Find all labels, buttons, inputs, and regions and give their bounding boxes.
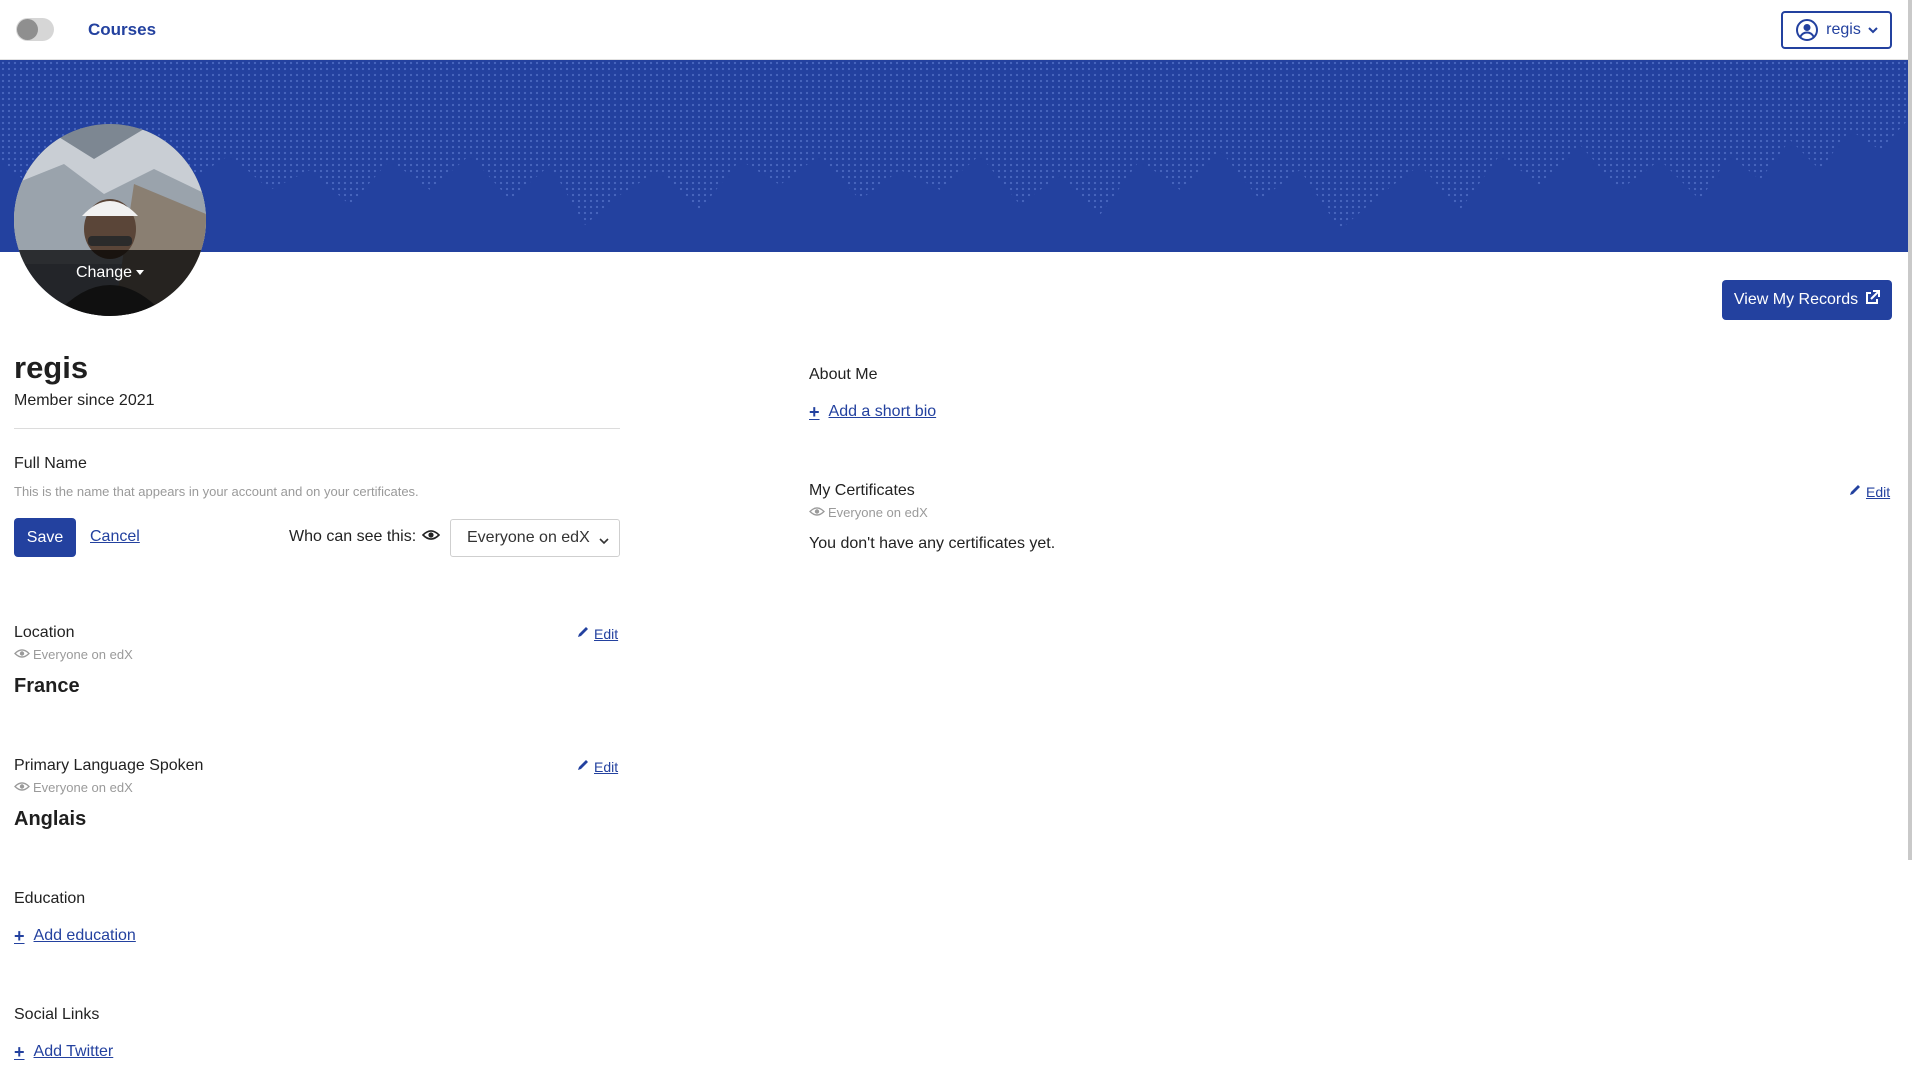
language-value: Anglais bbox=[14, 808, 87, 830]
about-me-label: About Me bbox=[809, 366, 878, 383]
user-menu-label: regis bbox=[1826, 21, 1861, 38]
external-link-icon bbox=[1864, 289, 1881, 311]
certificates-visibility: Everyone on edX bbox=[809, 505, 928, 520]
certificates-visibility-text: Everyone on edX bbox=[828, 505, 928, 520]
top-navbar: Courses regis bbox=[0, 0, 1912, 60]
caret-down-icon bbox=[136, 270, 145, 276]
language-visibility: Everyone on edX bbox=[14, 780, 133, 795]
eye-icon bbox=[809, 505, 825, 520]
member-since-text: Member since 2021 bbox=[14, 392, 155, 409]
section-divider bbox=[14, 428, 620, 429]
plus-icon: + bbox=[14, 1042, 25, 1062]
full-name-label: Full Name bbox=[14, 455, 87, 472]
certificates-label: My Certificates bbox=[809, 482, 915, 499]
language-edit-label: Edit bbox=[594, 758, 619, 775]
language-label: Primary Language Spoken bbox=[14, 757, 204, 774]
plus-icon: + bbox=[14, 926, 25, 946]
add-twitter-link[interactable]: + Add Twitter bbox=[14, 1043, 113, 1061]
chevron-down-icon bbox=[599, 532, 609, 550]
who-can-see-text: Who can see this: bbox=[289, 528, 417, 545]
profile-banner bbox=[0, 60, 1908, 252]
visibility-select[interactable]: Everyone on edX bbox=[450, 519, 620, 557]
plus-icon: + bbox=[809, 402, 820, 422]
save-button[interactable]: Save bbox=[14, 518, 76, 557]
certificates-empty-text: You don't have any certificates yet. bbox=[809, 535, 1056, 552]
add-education-link[interactable]: + Add education bbox=[14, 927, 136, 945]
user-circle-icon bbox=[1795, 18, 1819, 42]
profile-username: regis bbox=[14, 350, 89, 385]
location-label: Location bbox=[14, 624, 75, 641]
change-photo-button[interactable]: Change bbox=[14, 264, 206, 282]
certificates-edit-link[interactable]: Edit bbox=[1848, 483, 1890, 500]
eye-icon bbox=[14, 647, 30, 662]
chevron-down-icon bbox=[1868, 26, 1878, 34]
toggle-knob bbox=[17, 19, 38, 40]
social-links-label: Social Links bbox=[14, 1006, 100, 1023]
certificates-edit-label: Edit bbox=[1866, 483, 1891, 500]
view-my-records-button[interactable]: View My Records bbox=[1722, 280, 1892, 320]
location-edit-link[interactable]: Edit bbox=[576, 625, 618, 642]
who-can-see-label: Who can see this: bbox=[289, 528, 441, 546]
full-name-helper: This is the name that appears in your ac… bbox=[14, 484, 419, 499]
language-visibility-text: Everyone on edX bbox=[33, 780, 133, 795]
theme-toggle[interactable] bbox=[16, 18, 54, 41]
add-bio-label: Add a short bio bbox=[828, 403, 937, 420]
eye-icon bbox=[422, 528, 441, 546]
profile-avatar[interactable]: Change bbox=[14, 124, 206, 316]
banner-pattern bbox=[0, 60, 1908, 230]
pencil-icon bbox=[576, 625, 590, 642]
location-visibility: Everyone on edX bbox=[14, 647, 133, 662]
add-bio-link[interactable]: + Add a short bio bbox=[809, 403, 936, 421]
add-education-label: Add education bbox=[33, 927, 136, 944]
eye-icon bbox=[14, 780, 30, 795]
add-twitter-label: Add Twitter bbox=[33, 1043, 114, 1060]
location-visibility-text: Everyone on edX bbox=[33, 647, 133, 662]
pencil-icon bbox=[576, 758, 590, 775]
page-scrollbar[interactable] bbox=[1908, 0, 1912, 860]
education-label: Education bbox=[14, 890, 86, 907]
location-value: France bbox=[14, 675, 80, 697]
pencil-icon bbox=[1848, 483, 1862, 500]
avatar-overlay bbox=[14, 250, 206, 316]
user-menu-button[interactable]: regis bbox=[1781, 11, 1892, 49]
visibility-select-value: Everyone on edX bbox=[467, 529, 590, 546]
language-edit-link[interactable]: Edit bbox=[576, 758, 618, 775]
change-photo-label: Change bbox=[75, 264, 133, 281]
cancel-link[interactable]: Cancel bbox=[90, 528, 140, 546]
nav-courses-link[interactable]: Courses bbox=[88, 20, 156, 40]
view-records-label: View My Records bbox=[1733, 291, 1859, 308]
location-edit-label: Edit bbox=[594, 625, 619, 642]
